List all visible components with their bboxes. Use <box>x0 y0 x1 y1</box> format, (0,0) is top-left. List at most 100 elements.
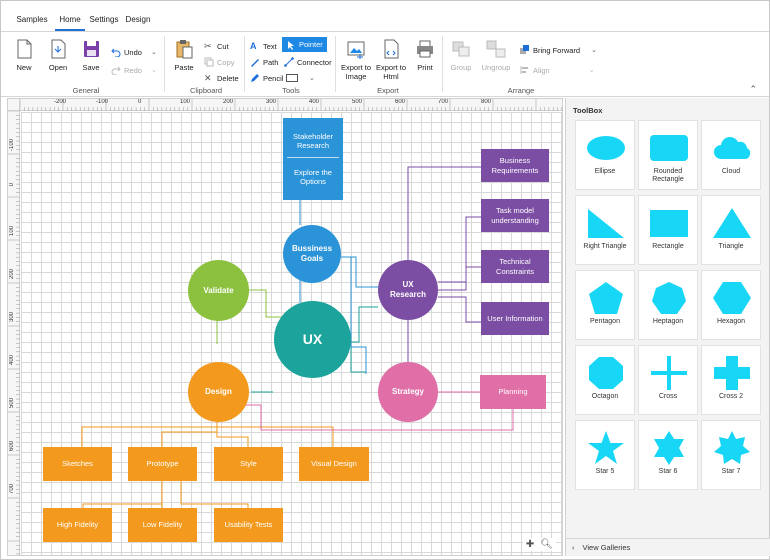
print-button[interactable]: Print <box>408 38 442 72</box>
text-tool-button[interactable]: A Text <box>250 39 277 53</box>
text-a-icon: A <box>250 41 257 51</box>
redo-icon <box>111 65 121 76</box>
group-divider <box>164 36 165 92</box>
shape-octagon[interactable]: Octagon <box>575 345 635 415</box>
high-fidelity-node[interactable]: High Fidelity <box>43 508 112 542</box>
tab-settings[interactable]: Settings <box>89 11 119 31</box>
chevron-down-icon: ⌄ <box>591 47 597 54</box>
low-fidelity-node[interactable]: Low Fidelity <box>128 508 197 542</box>
bring-forward-button[interactable]: Bring Forward ⌄ <box>520 43 597 57</box>
sketches-node[interactable]: Sketches <box>43 447 112 481</box>
chevron-down-icon: ⌄ <box>588 67 595 74</box>
style-node[interactable]: Style <box>214 447 283 481</box>
redo-button[interactable]: Redo ⌄ <box>111 63 157 77</box>
business-goals-node[interactable]: Bussiness Goals <box>283 225 341 283</box>
shape-heptagon[interactable]: Heptagon <box>638 270 698 340</box>
visual-design-node[interactable]: Visual Design <box>299 447 369 481</box>
node-label: Design <box>205 387 232 396</box>
pointer-tool-button[interactable]: Pointer <box>282 37 327 52</box>
node-label: UX Research <box>389 280 427 299</box>
shape-label: Cloud <box>721 168 741 175</box>
view-galleries-bar[interactable]: ‹ View Galleries <box>566 538 770 556</box>
node-label: Task model understanding <box>491 206 539 225</box>
group-divider <box>442 36 443 92</box>
connector-tool-button[interactable]: Connector <box>284 55 332 69</box>
bring-forward-label: Bring Forward <box>533 45 581 55</box>
paste-button[interactable]: Paste <box>167 38 201 72</box>
ruler-label: 600 <box>9 441 15 452</box>
ruler-corner <box>8 99 20 111</box>
cut-button[interactable]: ✂ Cut <box>204 39 229 53</box>
shape-cloud[interactable]: Cloud <box>701 120 761 190</box>
ruler-label: 300 <box>9 312 15 323</box>
usability-tests-node[interactable]: Usability Tests <box>214 508 283 542</box>
new-button[interactable]: New <box>7 38 41 72</box>
business-requirements-node[interactable]: Business Requirements <box>481 149 549 182</box>
ruler-label: 800 <box>481 99 492 105</box>
shape-label: Cross 2 <box>718 393 744 400</box>
export-image-button[interactable]: Export to Image <box>338 38 374 81</box>
shape-label: Pentagon <box>590 318 620 325</box>
arrange-group-label: Arrange <box>507 86 535 95</box>
right-triangle-icon <box>588 209 624 238</box>
print-label: Print <box>417 63 433 72</box>
save-disk-icon <box>80 38 102 60</box>
shape-rectangle[interactable]: Rectangle <box>638 195 698 265</box>
copy-button[interactable]: Copy <box>204 55 235 69</box>
printer-icon <box>414 38 436 60</box>
undo-button[interactable]: Undo ⌄ <box>111 45 157 59</box>
zoom-controls: ✚ 🔍︎ <box>522 538 556 551</box>
task-model-node[interactable]: Task model understanding <box>481 199 549 232</box>
prototype-node[interactable]: Prototype <box>128 447 197 481</box>
connector-line <box>161 417 218 447</box>
plus-icon[interactable]: ✚ <box>526 539 534 550</box>
shape-cross-2[interactable]: Cross 2 <box>701 345 761 415</box>
shape-picker-button[interactable]: ⌄ <box>286 71 315 85</box>
shape-star-5[interactable]: Star 5 <box>575 420 635 490</box>
group-button[interactable]: Group <box>444 38 478 72</box>
shape-right-triangle[interactable]: Right Triangle <box>575 195 635 265</box>
tab-home[interactable]: Home <box>55 11 85 31</box>
validate-node[interactable]: Validate <box>188 260 249 321</box>
shape-triangle[interactable]: Triangle <box>701 195 761 265</box>
shape-cross[interactable]: Cross <box>638 345 698 415</box>
user-information-node[interactable]: User Information <box>481 302 549 335</box>
path-tool-button[interactable]: Path <box>250 55 278 69</box>
tab-samples[interactable]: Samples <box>15 11 49 31</box>
stakeholder-research-node[interactable]: Stakeholder Research Explore the Options <box>283 118 343 200</box>
save-label: Save <box>82 63 100 72</box>
pencil-tool-button[interactable]: Pencil <box>250 71 283 85</box>
toolbox-panel: ToolBox Ellipse Rounded Rectangle Cloud … <box>565 98 770 556</box>
node-label: Stakeholder Research <box>287 132 339 158</box>
export-group-label: Export <box>377 86 399 95</box>
shape-ellipse[interactable]: Ellipse <box>575 120 635 190</box>
save-button[interactable]: Save <box>74 38 108 72</box>
rectangle-icon <box>650 210 688 237</box>
delete-button[interactable]: ✕ Delete <box>204 71 239 85</box>
shape-star-6[interactable]: Star 6 <box>638 420 698 490</box>
collapse-ribbon-icon[interactable]: ⌃ <box>749 84 757 95</box>
path-pen-icon <box>250 57 260 67</box>
shape-pentagon[interactable]: Pentagon <box>575 270 635 340</box>
tab-design[interactable]: Design <box>125 11 151 31</box>
diagram-canvas[interactable]: -200 -100 0 100 200 300 400 500 600 700 … <box>7 98 563 556</box>
ungroup-button[interactable]: Ungroup <box>477 38 515 72</box>
open-button[interactable]: Open <box>41 38 75 72</box>
export-html-button[interactable]: Export to Html <box>374 38 408 81</box>
shape-star-7[interactable]: Star 7 <box>701 420 761 490</box>
shape-hexagon[interactable]: Hexagon <box>701 270 761 340</box>
magnifier-icon[interactable]: 🔍︎ <box>540 539 553 550</box>
ux-center-node[interactable]: UX <box>274 301 351 378</box>
node-label: High Fidelity <box>56 520 99 530</box>
new-document-icon <box>13 38 35 60</box>
align-button[interactable]: Align ⌄ <box>520 63 595 77</box>
pointer-tool-label: Pointer <box>299 40 323 49</box>
ruler-label: 600 <box>395 99 406 105</box>
strategy-node[interactable]: Strategy <box>378 362 438 422</box>
ux-research-node[interactable]: UX Research <box>378 260 438 320</box>
open-label: Open <box>48 63 68 72</box>
planning-node[interactable]: Planning <box>480 375 546 409</box>
shape-rounded-rectangle[interactable]: Rounded Rectangle <box>638 120 698 190</box>
technical-constraints-node[interactable]: Technical Constraints <box>481 250 549 283</box>
design-node[interactable]: Design <box>188 362 249 422</box>
